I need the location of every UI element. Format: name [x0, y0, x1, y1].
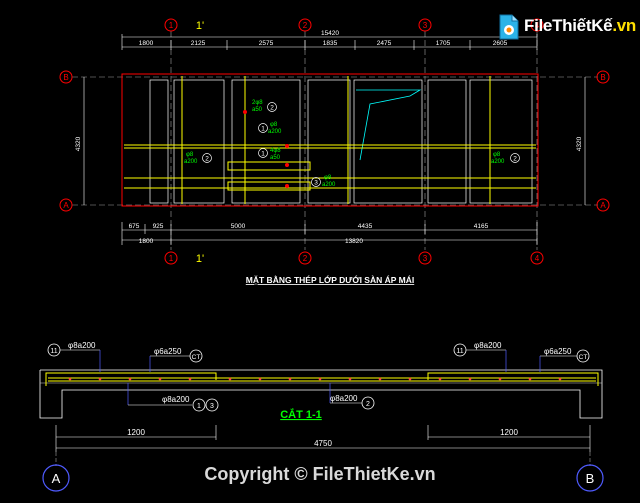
grid-label-2: 2	[303, 21, 308, 30]
bottom-mark-1: 1	[197, 403, 201, 410]
grid-bot-label-4: 4	[535, 254, 540, 263]
left-ct: CT	[192, 354, 201, 361]
left-rebar-2: φ6a250	[154, 347, 182, 356]
dim-sec-total: 4750	[314, 439, 332, 448]
dim-sec-right: 1200	[500, 428, 518, 437]
dim-side-right: 4320	[576, 136, 583, 151]
section-dimensions: 1200 1200 4750	[55, 425, 591, 466]
dim-top-2: 2125	[191, 40, 206, 47]
rebar-dots	[243, 110, 289, 188]
note6-line1: φ8	[493, 152, 501, 158]
plan-annotations: 2φ8 a50 2 1 φ8 a200 1 4φ8 a50 3 φ8 a200 …	[184, 100, 520, 188]
note1-mark: 2	[270, 105, 274, 112]
section-callouts-bottom: φ8a200 1 3 φ8a200 2	[127, 383, 375, 412]
note1-line2: a50	[252, 107, 263, 113]
left-mark: 11	[50, 348, 57, 355]
dim-top-4: 1835	[323, 40, 338, 47]
grid-label-3: 3	[423, 21, 428, 30]
dim-side-left: 4320	[75, 136, 82, 151]
dim-bot-7: 13820	[345, 238, 363, 245]
dim-top-3: 2575	[259, 40, 274, 47]
left-rebar-1: φ8a200	[68, 341, 96, 350]
section-callouts-right: 11 φ8a200 φ6a250 CT	[453, 341, 590, 372]
grid-bot-label-2: 2	[303, 254, 308, 263]
logo-text: FileThiếtKế.vn	[524, 16, 636, 36]
dim-total-top: 15420	[321, 30, 339, 37]
grid-label-1: 1	[169, 21, 174, 30]
note3-mark: 1	[261, 151, 265, 158]
axis-label-b-left: B	[63, 73, 68, 82]
dim-bot-3: 5000	[231, 223, 246, 230]
note3-line2: a50	[270, 155, 281, 161]
bottom-rebar-2: φ8a200	[330, 394, 358, 403]
dim-top-1: 1800	[139, 40, 154, 47]
side-axes: B A B A 4320 4320	[59, 70, 610, 212]
axis-label-a-right: A	[600, 201, 606, 210]
section-callouts-left: 11 φ8a200 φ6a250 CT	[47, 341, 203, 372]
note2-mark: 1	[261, 126, 265, 133]
cad-drawing: 1 1' 2 3 4 15420 1800 2125 2575 1835 247…	[39, 18, 610, 492]
grid-bot-label-1p: 1'	[196, 253, 204, 265]
stair	[356, 89, 422, 161]
grid-bot-label-1: 1	[169, 254, 174, 263]
dim-top-6: 1705	[436, 40, 451, 47]
slab-panels	[149, 79, 533, 204]
note6-mark: 2	[513, 156, 517, 163]
dim-top-5: 2475	[377, 40, 392, 47]
note4-mark: 3	[314, 180, 318, 187]
axis-label-a-left: A	[63, 201, 69, 210]
plan-view: 1 1' 2 3 4 15420 1800 2125 2575 1835 247…	[59, 18, 610, 285]
copyright-footer: Copyright © FileThietKe.vn	[204, 464, 436, 484]
right-ct: CT	[579, 354, 588, 361]
dim-bot-1: 675	[129, 223, 140, 230]
logo-text-suffix: .vn	[612, 16, 636, 35]
dim-bot-2: 925	[153, 223, 164, 230]
note5-line1: φ8	[186, 152, 194, 158]
grid-bot-label-3: 3	[423, 254, 428, 263]
top-dimensions: 15420 1800 2125 2575 1835 2475 1705 2605	[121, 30, 538, 50]
note4-line2: a200	[322, 182, 336, 188]
note5-mark: 2	[205, 156, 209, 163]
axis-label-b-right: B	[600, 73, 605, 82]
dim-bot-6: 1800	[139, 238, 154, 245]
note1-line1: 2φ8	[252, 100, 263, 106]
section-title: CẮT 1-1	[280, 408, 322, 421]
bottom-mark-2: 2	[366, 401, 370, 408]
note5-line2: a200	[184, 159, 198, 165]
dim-bot-4: 4435	[358, 223, 373, 230]
dim-bot-5: 4165	[474, 223, 489, 230]
note2-line2: a200	[268, 129, 282, 135]
dim-sec-left: 1200	[127, 428, 145, 437]
note6-line2: a200	[491, 159, 505, 165]
right-mark: 11	[456, 348, 463, 355]
note3-line1: 4φ8	[270, 148, 281, 154]
logo-icon	[499, 14, 519, 40]
grid-bottom: 1 1' 2 3 4	[164, 251, 544, 265]
logo-text-main: FileThiếtKế	[524, 16, 613, 35]
bottom-dimensions: 675 925 5000 4435 4165 1800 13820	[121, 222, 538, 245]
plan-title: MẶT BẰNG THÉP LỚP DƯỚI SÀN ÁP MÁI	[246, 274, 414, 285]
right-rebar-1: φ8a200	[474, 341, 502, 350]
bottom-mark-3: 3	[210, 403, 214, 410]
dim-top-7: 2605	[493, 40, 508, 47]
grid-label-1p: 1'	[196, 20, 204, 32]
note2-line1: φ8	[270, 122, 278, 128]
right-rebar-2: φ6a250	[544, 347, 572, 356]
bottom-rebar-1: φ8a200	[162, 395, 190, 404]
note4-line1: φ8	[324, 175, 332, 181]
